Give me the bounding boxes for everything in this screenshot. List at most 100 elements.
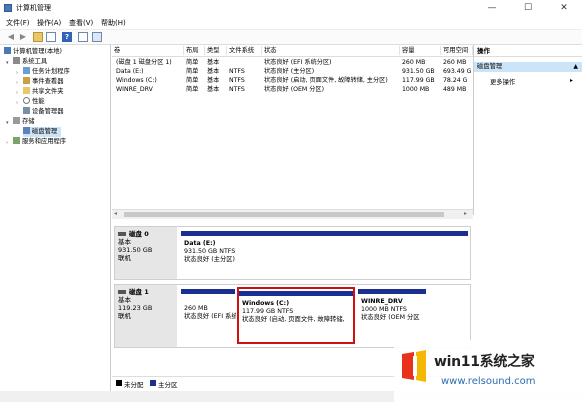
partition-status: 状态良好 (主分区) [184, 256, 235, 263]
primary-partition-bar [239, 291, 353, 296]
disk-status: 联机 [118, 254, 131, 262]
cell-free-space: 260 MB [443, 59, 467, 66]
tree-item-performance[interactable]: 性能 [23, 97, 45, 107]
watermark-url: www.relsound.com [441, 376, 536, 387]
expand-arrow-icon[interactable]: › [16, 90, 18, 96]
event-viewer-icon [23, 77, 30, 84]
disk-size: 119.23 GB [118, 304, 153, 312]
disk-type: 基本 [118, 296, 131, 304]
primary-partition-bar [181, 231, 468, 236]
volume-list: 卷 布局 类型 文件系统 状态 容量 可用空间 (磁盘 1 磁盘分区 1) 简单… [112, 45, 474, 215]
primary-partition-bar [181, 289, 235, 294]
actions-header: 操作 [474, 45, 582, 57]
cell-volume: (磁盘 1 磁盘分区 1) [116, 59, 172, 66]
tree-item-system-tools[interactable]: 系统工具 [13, 57, 47, 67]
help-icon[interactable]: ? [62, 32, 72, 42]
collapse-up-icon[interactable]: ▲ [573, 62, 578, 72]
column-header-status[interactable]: 状态 [262, 46, 400, 55]
properties-icon[interactable] [78, 32, 88, 42]
back-icon[interactable]: ◀ [6, 32, 16, 42]
scroll-left-icon[interactable]: ◂ [114, 210, 117, 217]
scroll-right-icon[interactable]: ▸ [464, 210, 467, 217]
partition-size: 260 MB [184, 305, 208, 312]
cell-status: 状态良好 (启动, 页面文件, 故障转储, 主分区) [264, 77, 388, 84]
tree-item-event-viewer[interactable]: 事件查看器 [23, 77, 63, 87]
partition-data-e[interactable]: Data (E:) 931.50 GB NTFS 状态良好 (主分区) [181, 231, 468, 275]
up-folder-icon[interactable] [33, 32, 43, 42]
partition-efi[interactable]: 260 MB 状态良好 (EFI 系统分区 [181, 289, 236, 343]
cell-volume: WINRE_DRV [116, 86, 153, 93]
column-header-free-space[interactable]: 可用空间 [441, 46, 473, 55]
close-button[interactable]: ✕ [546, 0, 582, 16]
cell-capacity: 117.99 GB [402, 77, 435, 84]
cell-filesystem: NTFS [229, 86, 245, 93]
cell-type: 基本 [207, 59, 220, 66]
cell-status: 状态良好 (OEM 分区) [264, 86, 325, 93]
partition-name: Data (E:) [184, 240, 216, 247]
cell-capacity: 931.50 GB [402, 68, 435, 75]
menu-file[interactable]: 文件(F) [6, 18, 30, 28]
table-row[interactable]: Windows (C:) 简单 基本 NTFS 状态良好 (启动, 页面文件, … [112, 76, 473, 85]
column-header-filesystem[interactable]: 文件系统 [227, 46, 262, 55]
horizontal-scrollbar[interactable]: ◂ ▸ [112, 209, 473, 219]
actions-section-disk-management[interactable]: 磁盘管理 ▲ [474, 62, 582, 72]
tree-item-device-manager[interactable]: 设备管理器 [23, 107, 63, 117]
maximize-button[interactable]: ☐ [510, 0, 546, 16]
table-row[interactable]: WINRE_DRV 简单 基本 NTFS 状态良好 (OEM 分区) 1000 … [112, 85, 473, 94]
expand-arrow-icon[interactable]: › [16, 80, 18, 86]
disk-1-row[interactable]: 磁盘 1 基本 119.23 GB 联机 260 MB 状态良好 (EFI 系统… [114, 284, 471, 348]
tree-item-services[interactable]: 服务和应用程序 [13, 137, 66, 147]
expand-arrow-icon[interactable]: › [6, 140, 8, 146]
minimize-button[interactable]: — [474, 0, 510, 16]
tree-item-shared-folders[interactable]: 共享文件夹 [23, 87, 63, 97]
navigation-tree: 计算机管理(本地) ▾ 系统工具 › 任务计划程序 › 事件查看器 › 共享文件… [0, 45, 111, 391]
expand-arrow-icon[interactable]: › [16, 100, 18, 106]
column-header-capacity[interactable]: 容量 [400, 46, 441, 55]
view-icon[interactable] [92, 32, 102, 42]
table-row[interactable]: (磁盘 1 磁盘分区 1) 简单 基本 状态良好 (EFI 系统分区) 260 … [112, 58, 473, 67]
primary-partition-bar [358, 289, 426, 294]
table-row[interactable]: Data (E:) 简单 基本 NTFS 状态良好 (主分区) 931.50 G… [112, 67, 473, 76]
partition-size: 117.99 GB NTFS [242, 308, 294, 315]
disk-1-label: 磁盘 1 基本 119.23 GB 联机 [115, 285, 177, 347]
tree-item-root[interactable]: 计算机管理(本地) [4, 47, 62, 57]
disk-name: 磁盘 0 [129, 230, 149, 238]
tree-item-task-scheduler[interactable]: 任务计划程序 [23, 67, 70, 77]
legend-unallocated-swatch [116, 380, 122, 386]
cell-status: 状态良好 (主分区) [264, 68, 315, 75]
column-header-type[interactable]: 类型 [205, 46, 227, 55]
partition-winre-drv[interactable]: WINRE_DRV 1000 MB NTFS 状态良好 (OEM 分区 [358, 289, 426, 343]
computer-management-icon [4, 4, 12, 12]
cell-volume: Windows (C:) [116, 77, 157, 84]
scrollbar-thumb[interactable] [124, 212, 444, 217]
tools-icon [13, 57, 20, 64]
tree-item-disk-management[interactable]: 磁盘管理 [23, 127, 62, 137]
show-hide-tree-icon[interactable] [46, 32, 56, 42]
cell-free-space: 489 MB [443, 86, 467, 93]
partition-windows-c[interactable]: Windows (C:) 117.99 GB NTFS 状态良好 (启动, 页面… [237, 287, 355, 344]
tree-item-storage[interactable]: 存储 [13, 117, 35, 127]
window-title: 计算机管理 [16, 4, 51, 12]
menu-action[interactable]: 操作(A) [37, 18, 61, 28]
collapse-arrow-icon[interactable]: ▾ [6, 120, 9, 126]
expand-arrow-icon[interactable]: › [16, 70, 18, 76]
menu-view[interactable]: 查看(V) [69, 18, 93, 28]
clock-icon [23, 67, 30, 74]
disk-0-row[interactable]: 磁盘 0 基本 931.50 GB 联机 Data (E:) 931.50 GB… [114, 226, 471, 280]
forward-icon[interactable]: ▶ [18, 32, 28, 42]
disk-0-label: 磁盘 0 基本 931.50 GB 联机 [115, 227, 177, 279]
cell-capacity: 260 MB [402, 59, 426, 66]
collapse-arrow-icon[interactable]: ▾ [6, 60, 9, 66]
menu-help[interactable]: 帮助(H) [101, 18, 126, 28]
cell-layout: 简单 [186, 59, 199, 66]
more-actions-arrow-icon[interactable]: ▸ [570, 77, 573, 84]
disk-size: 931.50 GB [118, 246, 153, 254]
more-actions-link[interactable]: 更多操作 [490, 77, 515, 86]
cell-type: 基本 [207, 77, 220, 84]
column-header-layout[interactable]: 布局 [184, 46, 205, 55]
column-header-volume[interactable]: 卷 [112, 46, 184, 55]
cell-layout: 简单 [186, 77, 199, 84]
cell-type: 基本 [207, 86, 220, 93]
partition-size: 931.50 GB NTFS [184, 248, 236, 255]
disk-management-icon [23, 127, 30, 134]
